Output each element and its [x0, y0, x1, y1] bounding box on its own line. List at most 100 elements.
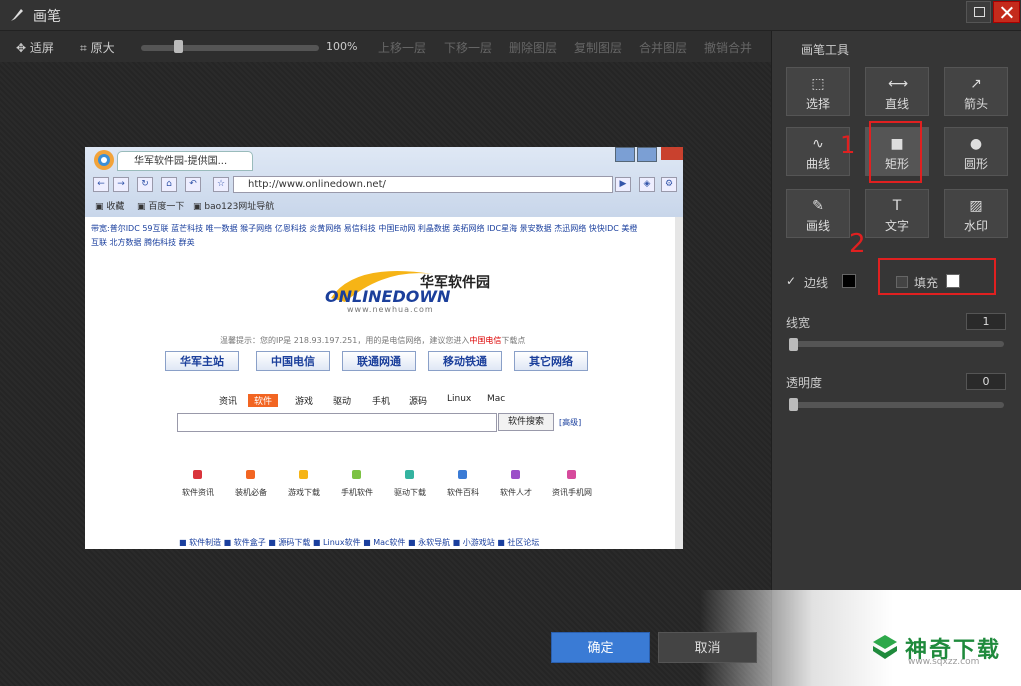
tip-text: 下载点	[501, 336, 526, 345]
home-icon: ⌂	[161, 177, 177, 192]
quick-link-icon	[511, 470, 520, 479]
opacity-input[interactable]: 0	[966, 373, 1006, 390]
ok-button[interactable]: 确定	[551, 632, 650, 663]
tool-label: 画线	[805, 219, 830, 233]
fav-star-icon: ▣	[95, 202, 104, 212]
line-width-input[interactable]: 1	[966, 313, 1006, 330]
browser-logo-icon	[94, 150, 114, 170]
curve-icon: ∿	[812, 136, 824, 152]
panel-title: 画笔工具	[801, 43, 850, 57]
back-icon: ←	[93, 177, 109, 192]
browser-maximize-icon	[637, 147, 657, 162]
line-icon: ⟷	[888, 76, 909, 92]
quick-link-icon	[405, 470, 414, 479]
circle-icon: ●	[969, 136, 983, 152]
tool-label: 箭头	[963, 97, 988, 111]
tool-label: 水印	[963, 219, 988, 233]
tip-text: 温馨提示：您的IP是 218.93.197.251，用的是电信网络，建议您进入	[220, 336, 470, 345]
canvas-image[interactable]: 华军软件园-提供国... ← → ↻ ⌂ ↶ ☆ http://www.onli…	[85, 147, 683, 549]
fill-checkbox[interactable]	[896, 276, 908, 288]
site-nav-button: 移动铁通	[428, 351, 502, 371]
sponsor-links: 带宽:普尔IDC 59互联 蓝芒科技 唯一数据 猴子网络 亿恩科技 炎黄网络 易…	[91, 222, 671, 250]
fav-label: bao123网址导航	[204, 202, 275, 212]
tab-title: 华军软件园-提供国...	[134, 156, 228, 167]
border-label: 边线	[804, 276, 829, 290]
cancel-button[interactable]: 取消	[658, 632, 757, 663]
quick-link-icon	[458, 470, 467, 479]
quick-link-label: 资讯手机网	[552, 488, 592, 497]
annotation-number: 1	[840, 131, 856, 159]
move-up-button[interactable]: 上移一层	[378, 39, 426, 56]
zoom-slider-handle[interactable]	[174, 40, 183, 53]
shield-icon: ◈	[639, 177, 655, 192]
fit-label: 适屏	[29, 41, 54, 55]
site-category: 驱动	[333, 397, 352, 407]
site-category: 手机	[372, 397, 391, 407]
site-category-active: 软件	[248, 394, 279, 407]
quick-link-icon	[246, 470, 255, 479]
fill-color-swatch[interactable]	[946, 274, 960, 288]
site-category: 资讯	[219, 397, 238, 407]
site-category: Linux	[447, 394, 472, 404]
frame-icon: ⌗	[80, 41, 87, 55]
opacity-slider-handle[interactable]	[789, 398, 798, 411]
links-line: 带宽:普尔IDC 59互联 蓝芒科技 唯一数据 猴子网络 亿恩科技 炎黄网络 易…	[91, 224, 638, 233]
quick-link-label: 软件资讯	[182, 488, 214, 497]
opacity-slider[interactable]	[790, 402, 1004, 408]
settings-icon: ⚙	[661, 177, 677, 192]
quick-link-label: 软件人才	[500, 488, 532, 497]
site-search-box	[177, 413, 497, 432]
tool-circle-button[interactable]: ● 圆形	[944, 127, 1008, 176]
fit-screen-button[interactable]: ✥ 适屏	[16, 39, 54, 56]
undo-icon: ↶	[185, 177, 201, 192]
favorite-icon: ☆	[213, 177, 229, 192]
tool-arrow-button[interactable]: ↗ 箭头	[944, 67, 1008, 116]
tool-select-button[interactable]: ⬚ 选择	[786, 67, 850, 116]
border-checkbox[interactable]: ✓	[786, 274, 796, 288]
line-width-slider[interactable]	[790, 341, 1004, 347]
site-nav-button: 中国电信	[256, 351, 330, 371]
line-width-slider-handle[interactable]	[789, 338, 798, 351]
refresh-icon: ↻	[137, 177, 153, 192]
move-down-button[interactable]: 下移一层	[444, 39, 492, 56]
annotation-box-rectangle	[869, 121, 922, 183]
site-brand-en: ONLINEDOWN	[325, 287, 451, 306]
site-nav-button: 华军主站	[165, 351, 239, 371]
annotation-number: 2	[849, 229, 866, 259]
tool-label: 文字	[884, 219, 909, 233]
site-brand-url: www.newhua.com	[347, 305, 434, 314]
tool-label: 直线	[884, 97, 909, 111]
delete-layer-button[interactable]: 删除图层	[509, 39, 557, 56]
fav-item: ▣ 百度一下	[137, 199, 184, 212]
tool-watermark-button[interactable]: ▨ 水印	[944, 189, 1008, 238]
quick-link-label: 游戏下载	[288, 488, 320, 497]
fav-label: 收藏	[106, 202, 125, 212]
merge-layer-button[interactable]: 合并图层	[639, 39, 687, 56]
tool-text-button[interactable]: T 文字	[865, 189, 929, 238]
quick-link-label: 装机必备	[235, 488, 267, 497]
quick-link-label: 手机软件	[341, 488, 373, 497]
undo-merge-button[interactable]: 撤销合并	[704, 39, 752, 56]
copy-layer-button[interactable]: 复制图层	[574, 39, 622, 56]
site-category: Mac	[487, 394, 506, 404]
bottom-links: ■ 软件制造 ■ 软件盒子 ■ 源码下载 ■ Linux软件 ■ Mac软件 ■…	[179, 538, 540, 547]
tool-line-button[interactable]: ⟷ 直线	[865, 67, 929, 116]
brush-icon	[11, 9, 23, 21]
title-bar: 画笔	[0, 0, 1021, 31]
zoom-slider[interactable]	[141, 45, 319, 51]
site-category: 源码	[409, 397, 428, 407]
tool-brush-button[interactable]: ✎ 画线	[786, 189, 850, 238]
opacity-label: 透明度	[786, 376, 823, 390]
close-button[interactable]	[993, 1, 1020, 23]
address-bar: http://www.onlinedown.net/	[233, 176, 613, 193]
maximize-button[interactable]	[966, 1, 991, 23]
ip-tip: 温馨提示：您的IP是 218.93.197.251，用的是电信网络，建议您进入中…	[220, 335, 525, 346]
fav-label: 百度一下	[148, 202, 185, 212]
fav-page-icon: ▣	[137, 202, 146, 212]
arrow-icon: ↗	[970, 76, 982, 92]
original-size-button[interactable]: ⌗ 原大	[80, 39, 115, 56]
window-title: 画笔	[33, 9, 61, 25]
fit-icon: ✥	[16, 41, 27, 55]
border-color-swatch[interactable]	[842, 274, 856, 288]
address-text: http://www.onlinedown.net/	[248, 179, 386, 190]
